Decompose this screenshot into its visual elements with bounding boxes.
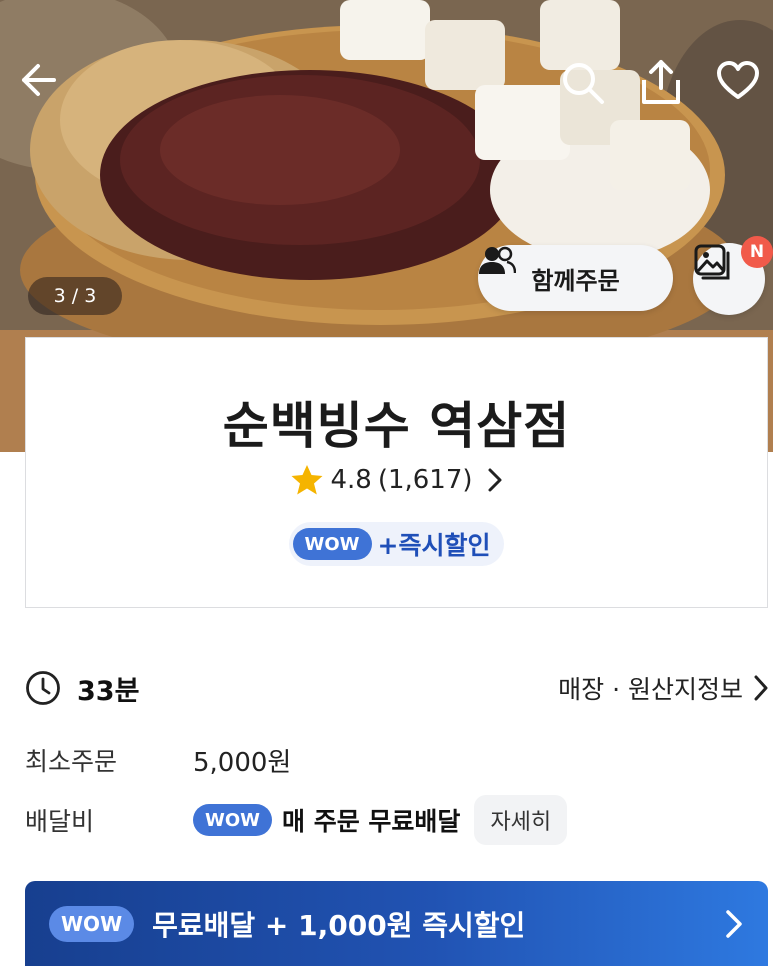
delivery-fee-value: 매 주문 무료배달 xyxy=(282,807,461,836)
delivery-time: 33분 xyxy=(77,675,140,707)
chevron-right-icon xyxy=(754,675,768,701)
image-page-indicator: 3 / 3 xyxy=(28,277,122,315)
min-order-row: 최소주문 5,000원 xyxy=(25,738,291,782)
favorite-button[interactable] xyxy=(716,60,770,114)
group-icon xyxy=(479,246,516,274)
instant-discount-label: +즉시할인 xyxy=(377,531,491,560)
group-order-label: 함께주문 xyxy=(531,266,620,295)
rating-value: 4.8 xyxy=(330,465,372,495)
wow-tag: WOW xyxy=(292,528,372,560)
new-badge: N xyxy=(741,236,773,268)
clock-icon xyxy=(26,671,60,705)
store-name: 순백빙수 역삼점 xyxy=(222,397,571,455)
store-origin-info-link[interactable]: 매장 · 원산지정보 xyxy=(558,666,769,710)
heart-icon xyxy=(717,61,759,99)
back-button[interactable] xyxy=(18,62,68,112)
store-info-label: 매장 · 원산지정보 xyxy=(558,675,743,704)
review-count: (1,617) xyxy=(377,465,473,495)
delivery-fee-label: 배달비 xyxy=(25,807,95,836)
wow-tag: WOW xyxy=(193,804,273,836)
group-order-button[interactable]: 함께주문 xyxy=(478,245,673,311)
back-arrow-icon xyxy=(22,64,56,96)
rating-link[interactable]: 4.8 (1,617) xyxy=(26,464,767,496)
delivery-time-row: 33분 매장 · 원산지정보 xyxy=(25,666,773,710)
chevron-right-icon xyxy=(488,468,502,492)
search-icon xyxy=(563,63,604,104)
store-summary-card: 순백빙수 역삼점 4.8 (1,617) WOW +즉시할인 xyxy=(25,337,768,608)
delivery-fee-row: 배달비 WOW 매 주문 무료배달 자세히 xyxy=(25,795,568,845)
chevron-right-icon xyxy=(726,909,742,938)
promo-text: 무료배달 + 1,000원 즉시할인 xyxy=(152,908,526,942)
wow-tag: WOW xyxy=(49,905,135,942)
search-button[interactable] xyxy=(560,60,614,114)
wow-instant-discount-badge: WOW +즉시할인 xyxy=(288,522,505,566)
share-button[interactable] xyxy=(638,58,694,114)
wow-promo-banner[interactable]: WOW 무료배달 + 1,000원 즉시할인 xyxy=(25,881,768,966)
photo-icon xyxy=(694,244,730,280)
min-order-label: 최소주문 xyxy=(25,747,118,776)
share-icon xyxy=(642,60,680,104)
star-icon xyxy=(291,465,323,495)
min-order-value: 5,000원 xyxy=(193,747,292,778)
delivery-fee-detail-button[interactable]: 자세히 xyxy=(474,795,568,845)
